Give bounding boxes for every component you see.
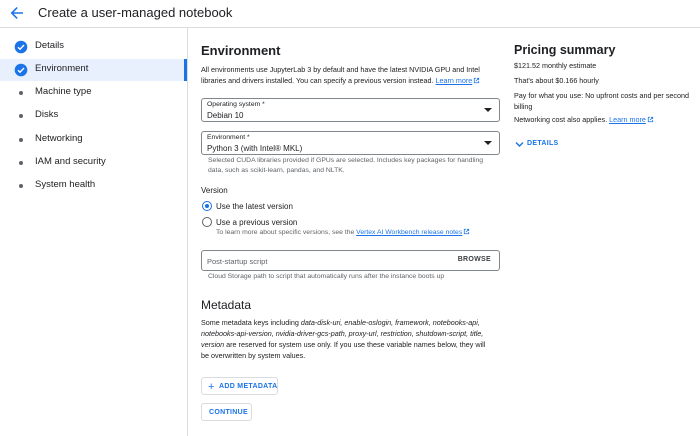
- chevron-down-icon: [515, 142, 524, 147]
- pricing-heading: Pricing summary: [514, 43, 616, 57]
- release-notes-link[interactable]: Vertex AI Workbench release notes: [356, 228, 470, 236]
- sidebar-item-label: Disks: [35, 109, 59, 120]
- step-dot-icon: [19, 184, 23, 188]
- step-dot-icon: [19, 138, 23, 142]
- radio-latest-version[interactable]: [202, 201, 212, 211]
- open-in-new-icon: [474, 77, 480, 84]
- sidebar-item-label: Networking: [35, 133, 83, 144]
- browse-button[interactable]: BROWSE: [458, 256, 491, 263]
- environment-select[interactable]: Environment * Python 3 (with Intel® MKL): [201, 131, 500, 155]
- field-value: Python 3 (with Intel® MKL): [207, 144, 303, 153]
- check-circle-icon: [14, 40, 28, 54]
- sidebar-item-environment[interactable]: Environment: [0, 59, 187, 81]
- description-line: All environments use JupyterLab 3 by def…: [201, 65, 480, 74]
- pricing-learn-more-link[interactable]: Learn more: [609, 115, 654, 124]
- open-in-new-icon: [464, 228, 470, 235]
- details-toggle[interactable]: DETAILS: [514, 138, 574, 152]
- version-label: Version: [201, 186, 228, 195]
- stepper-sidebar: Details Environment Machine type Disks N…: [0, 28, 188, 436]
- field-label: Operating system *: [207, 101, 265, 108]
- sidebar-item-networking[interactable]: Networking: [0, 129, 187, 151]
- back-arrow-icon[interactable]: [9, 5, 25, 21]
- sidebar-item-disks[interactable]: Disks: [0, 105, 187, 127]
- sidebar-item-machine-type[interactable]: Machine type: [0, 82, 187, 104]
- post-startup-script-field: BROWSE: [201, 250, 500, 271]
- dropdown-arrow-icon: [484, 108, 492, 112]
- version-hint: To learn more about specific versions, s…: [216, 228, 470, 238]
- environment-heading: Environment: [201, 43, 281, 58]
- field-value: Debian 10: [207, 111, 244, 120]
- sidebar-item-details[interactable]: Details: [0, 36, 187, 58]
- description-line: libraries and drivers installed. You can…: [201, 75, 501, 86]
- metadata-description: Some metadata keys including data-disk-u…: [201, 318, 486, 360]
- dropdown-arrow-icon: [484, 141, 492, 145]
- environment-description: All environments use JupyterLab 3 by def…: [201, 64, 501, 86]
- step-dot-icon: [19, 114, 23, 118]
- sidebar-item-iam-security[interactable]: IAM and security: [0, 152, 187, 174]
- page-title: Create a user-managed notebook: [38, 5, 233, 20]
- post-startup-script-input[interactable]: [207, 255, 437, 267]
- field-label: Environment *: [207, 134, 250, 141]
- environment-helper-text: Selected CUDA libraries provided if GPUs…: [208, 157, 484, 174]
- step-dot-icon: [19, 91, 23, 95]
- post-startup-helper: Cloud Storage path to script that automa…: [208, 273, 445, 280]
- sidebar-item-system-health[interactable]: System health: [0, 175, 187, 197]
- metadata-heading: Metadata: [201, 298, 252, 312]
- radio-label: Use a previous version: [216, 218, 298, 227]
- sidebar-item-label: Environment: [35, 63, 89, 74]
- add-metadata-button[interactable]: + ADD METADATA: [201, 377, 278, 395]
- sidebar-item-label: Details: [35, 40, 65, 51]
- radio-previous-version[interactable]: [202, 217, 212, 227]
- step-dot-icon: [19, 161, 23, 165]
- radio-label: Use the latest version: [216, 202, 293, 211]
- open-in-new-icon: [647, 116, 653, 123]
- check-circle-icon: [14, 63, 28, 77]
- hourly-estimate: That's about $0.166 hourly: [514, 76, 599, 85]
- sidebar-item-label: Machine type: [35, 86, 92, 97]
- operating-system-select[interactable]: Operating system * Debian 10: [201, 98, 500, 122]
- sidebar-item-label: IAM and security: [35, 156, 106, 167]
- networking-cost-note: Networking cost also applies. Learn more: [514, 114, 654, 125]
- monthly-estimate: $121.52 monthly estimate: [514, 61, 597, 70]
- plus-icon: +: [208, 381, 215, 393]
- continue-button[interactable]: CONTINUE: [201, 403, 252, 421]
- pay-description: Pay for what you use: No upfront costs a…: [514, 91, 689, 111]
- top-app-bar: Create a user-managed notebook: [0, 0, 700, 28]
- sidebar-item-label: System health: [35, 179, 96, 190]
- details-label: DETAILS: [527, 140, 559, 147]
- learn-more-link[interactable]: Learn more: [436, 76, 481, 85]
